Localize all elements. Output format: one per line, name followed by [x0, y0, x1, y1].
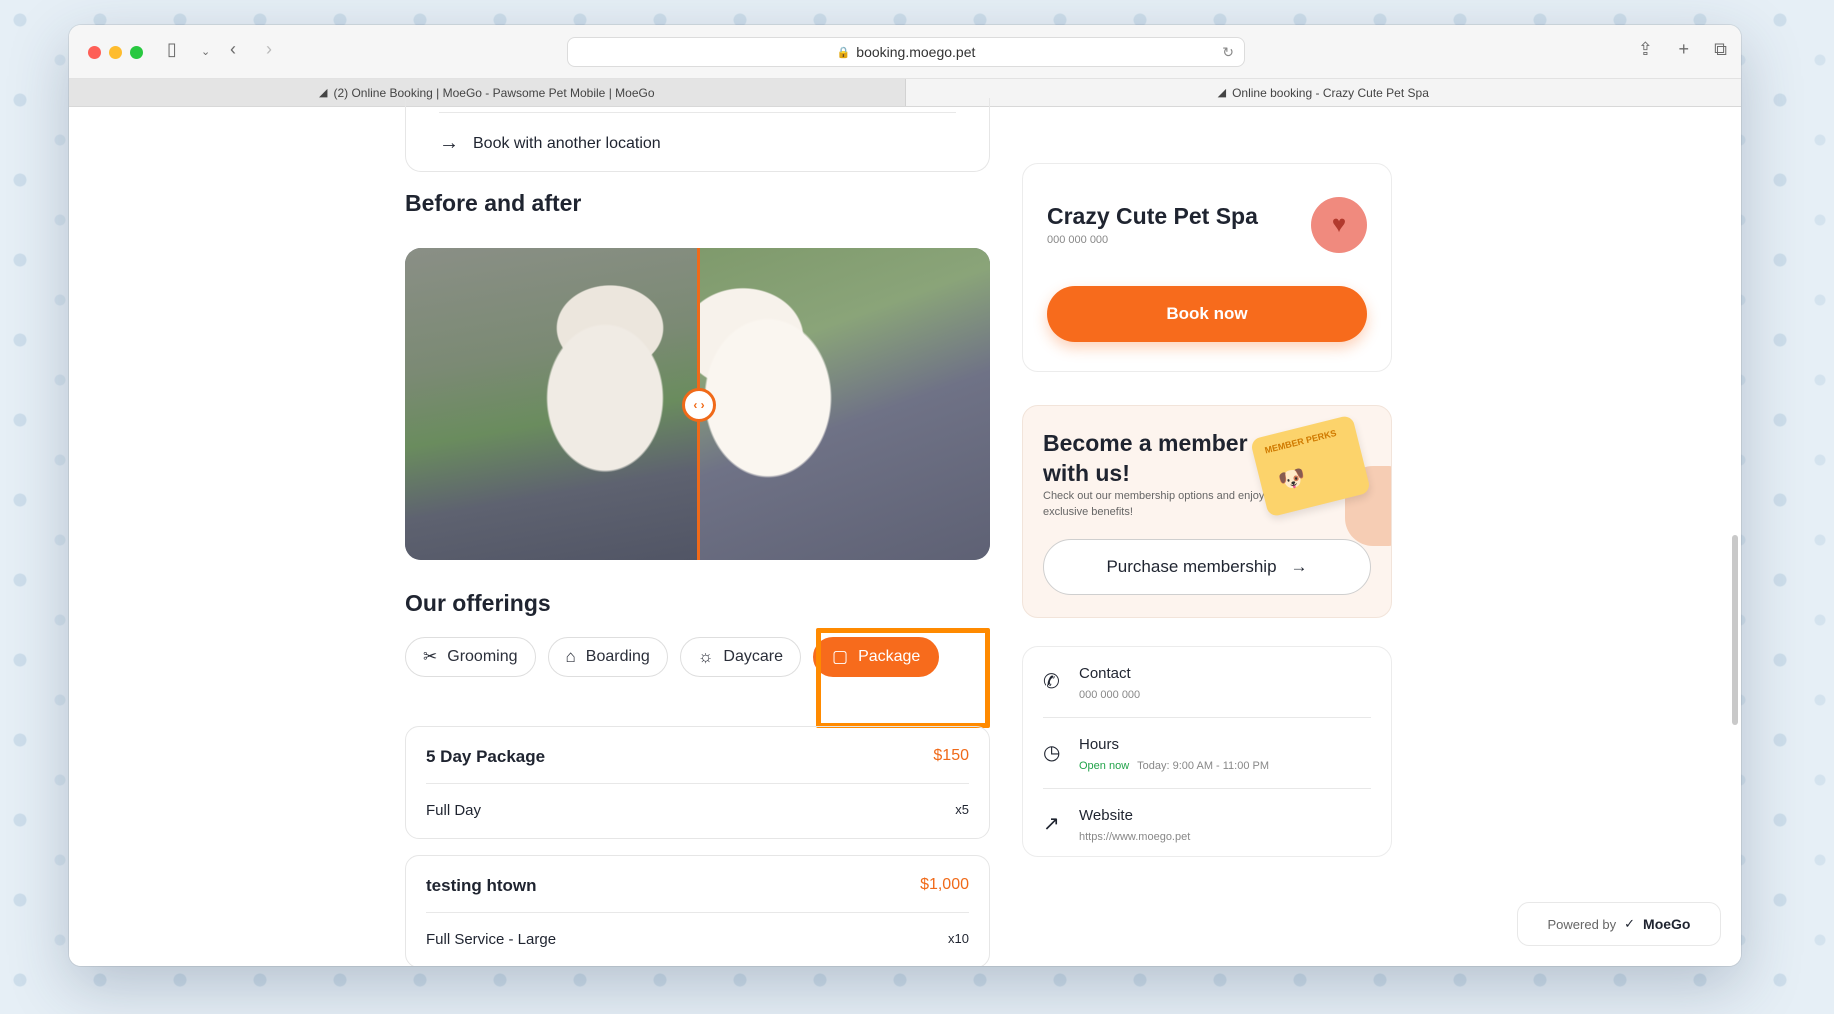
reload-icon[interactable]: ↻ — [1222, 44, 1234, 61]
moego-logo-icon: ✓ — [1624, 916, 1636, 931]
new-tab-icon[interactable]: + — [1678, 39, 1689, 60]
zoom-window-button[interactable] — [130, 46, 143, 59]
lock-icon: 🔒 — [836, 46, 851, 59]
contact-title: Contact — [1079, 665, 1131, 682]
package-tab-highlight — [816, 628, 990, 728]
membership-card: Become a member with us! Check out our m… — [1022, 405, 1392, 618]
package-item: Full Day — [426, 802, 482, 819]
phone-icon: ✆ — [1043, 671, 1060, 693]
chevron-down-icon[interactable]: ⌄ — [201, 45, 210, 58]
location-card: → Book with another location — [405, 98, 990, 172]
sidebar-icon[interactable]: ▯ — [167, 39, 177, 60]
tab-boarding[interactable]: ⌂ Boarding — [547, 637, 668, 677]
package-quantity: x5 — [955, 802, 969, 817]
purchase-membership-button[interactable]: Purchase membership → — [1043, 539, 1371, 595]
powered-by-text: Powered by — [1547, 916, 1617, 932]
url-text: booking.moego.pet — [856, 44, 976, 60]
contact-value: 000 000 000 — [1079, 689, 1141, 701]
tab-label: Online booking - Crazy Cute Pet Spa — [1232, 85, 1429, 100]
tab-daycare[interactable]: ☼ Daycare — [679, 637, 801, 677]
browser-toolbar: ▯ ⌄ ‹ › 🔒 booking.moego.pet ↻ ⇪ + ⧉ — [69, 25, 1741, 79]
browser-window: ▯ ⌄ ‹ › 🔒 booking.moego.pet ↻ ⇪ + ⧉ ◢ (2… — [69, 25, 1741, 966]
before-after-title: Before and after — [405, 190, 582, 216]
arrow-right-icon: → — [1290, 557, 1308, 576]
contact-row[interactable]: ✆ Contact 000 000 000 — [1043, 647, 1371, 717]
business-name: Crazy Cute Pet Spa — [1047, 203, 1258, 229]
house-icon: ⌂ — [565, 647, 576, 666]
window-controls — [88, 46, 143, 59]
business-card: Crazy Cute Pet Spa 000 000 000 ♥ Book no… — [1022, 163, 1392, 372]
share-icon[interactable]: ⇪ — [1638, 39, 1653, 60]
hours-row: ◷ Hours Open now Today: 9:00 AM - 11:00 P… — [1043, 718, 1371, 788]
moego-brand: MoeGo — [1643, 916, 1691, 932]
moego-favicon-icon: ◢ — [1217, 87, 1227, 99]
membership-title: Become a member with us! — [1043, 430, 1248, 486]
member-perks-text: MEMBER PERKS — [1263, 427, 1338, 456]
back-icon[interactable]: ‹ — [230, 39, 236, 60]
tab-grooming-label: Grooming — [447, 648, 518, 665]
dog-icon: 🐶 — [1276, 463, 1309, 495]
package-item: Full Service - Large — [426, 931, 557, 948]
slider-handle[interactable]: ‹ › — [682, 388, 716, 422]
package-quantity: x10 — [948, 931, 969, 946]
arrow-right-icon: → — [439, 132, 459, 154]
moego-favicon-icon: ◢ — [318, 87, 328, 99]
book-now-button[interactable]: Book now — [1047, 286, 1367, 342]
website-title: Website — [1079, 807, 1133, 824]
tab-daycare-label: Daycare — [723, 648, 783, 665]
external-link-icon: ↗ — [1043, 813, 1060, 835]
open-status: Open now — [1079, 760, 1130, 772]
forward-icon[interactable]: › — [266, 39, 272, 60]
sun-icon: ☼ — [697, 647, 714, 666]
website-value: https://www.moego.pet — [1079, 831, 1191, 843]
divider — [426, 912, 969, 913]
package-name: 5 Day Package — [426, 747, 546, 766]
hours-title: Hours — [1079, 736, 1120, 753]
minimize-window-button[interactable] — [109, 46, 122, 59]
package-price: $1,000 — [920, 876, 969, 893]
divider — [426, 783, 969, 784]
close-window-button[interactable] — [88, 46, 101, 59]
hours-value: Today: 9:00 AM - 11:00 PM — [1137, 760, 1270, 772]
book-another-location-link[interactable]: → Book with another location — [439, 132, 661, 155]
business-avatar: ♥ — [1311, 197, 1367, 253]
info-card: ✆ Contact 000 000 000 ◷ Hours Open now To… — [1022, 646, 1392, 857]
tab-crazy-cute[interactable]: ◢ Online booking - Crazy Cute Pet Spa — [905, 79, 1741, 106]
address-bar[interactable]: 🔒 booking.moego.pet ↻ — [567, 37, 1245, 67]
offerings-title: Our offerings — [405, 590, 551, 616]
tab-grooming[interactable]: ✂ Grooming — [405, 637, 536, 677]
package-price: $150 — [933, 747, 969, 764]
booking-page: → Book with another location Before and … — [69, 98, 1741, 966]
before-image — [405, 248, 698, 560]
divider — [439, 112, 956, 113]
package-card[interactable]: 5 Day Package $150 Full Day x5 — [405, 726, 990, 839]
book-another-location-label: Book with another location — [473, 134, 661, 152]
package-card[interactable]: testing htown $1,000 Full Service - Larg… — [405, 855, 990, 966]
before-after-slider[interactable]: ‹ › — [405, 248, 990, 560]
scrollbar[interactable] — [1732, 535, 1738, 725]
business-phone: 000 000 000 — [1047, 234, 1109, 246]
website-row[interactable]: ↗ Website https://www.moego.pet — [1043, 789, 1371, 859]
tab-overview-icon[interactable]: ⧉ — [1714, 39, 1727, 60]
tab-boarding-label: Boarding — [585, 648, 650, 665]
scissors-icon: ✂ — [423, 647, 438, 666]
powered-by-badge[interactable]: Powered by ✓ MoeGo — [1517, 902, 1721, 946]
membership-subtitle: Check out our membership options and enj… — [1043, 490, 1265, 518]
purchase-membership-label: Purchase membership — [1106, 557, 1277, 576]
package-name: testing htown — [426, 876, 537, 895]
after-image — [698, 248, 990, 560]
clock-icon: ◷ — [1043, 742, 1061, 764]
